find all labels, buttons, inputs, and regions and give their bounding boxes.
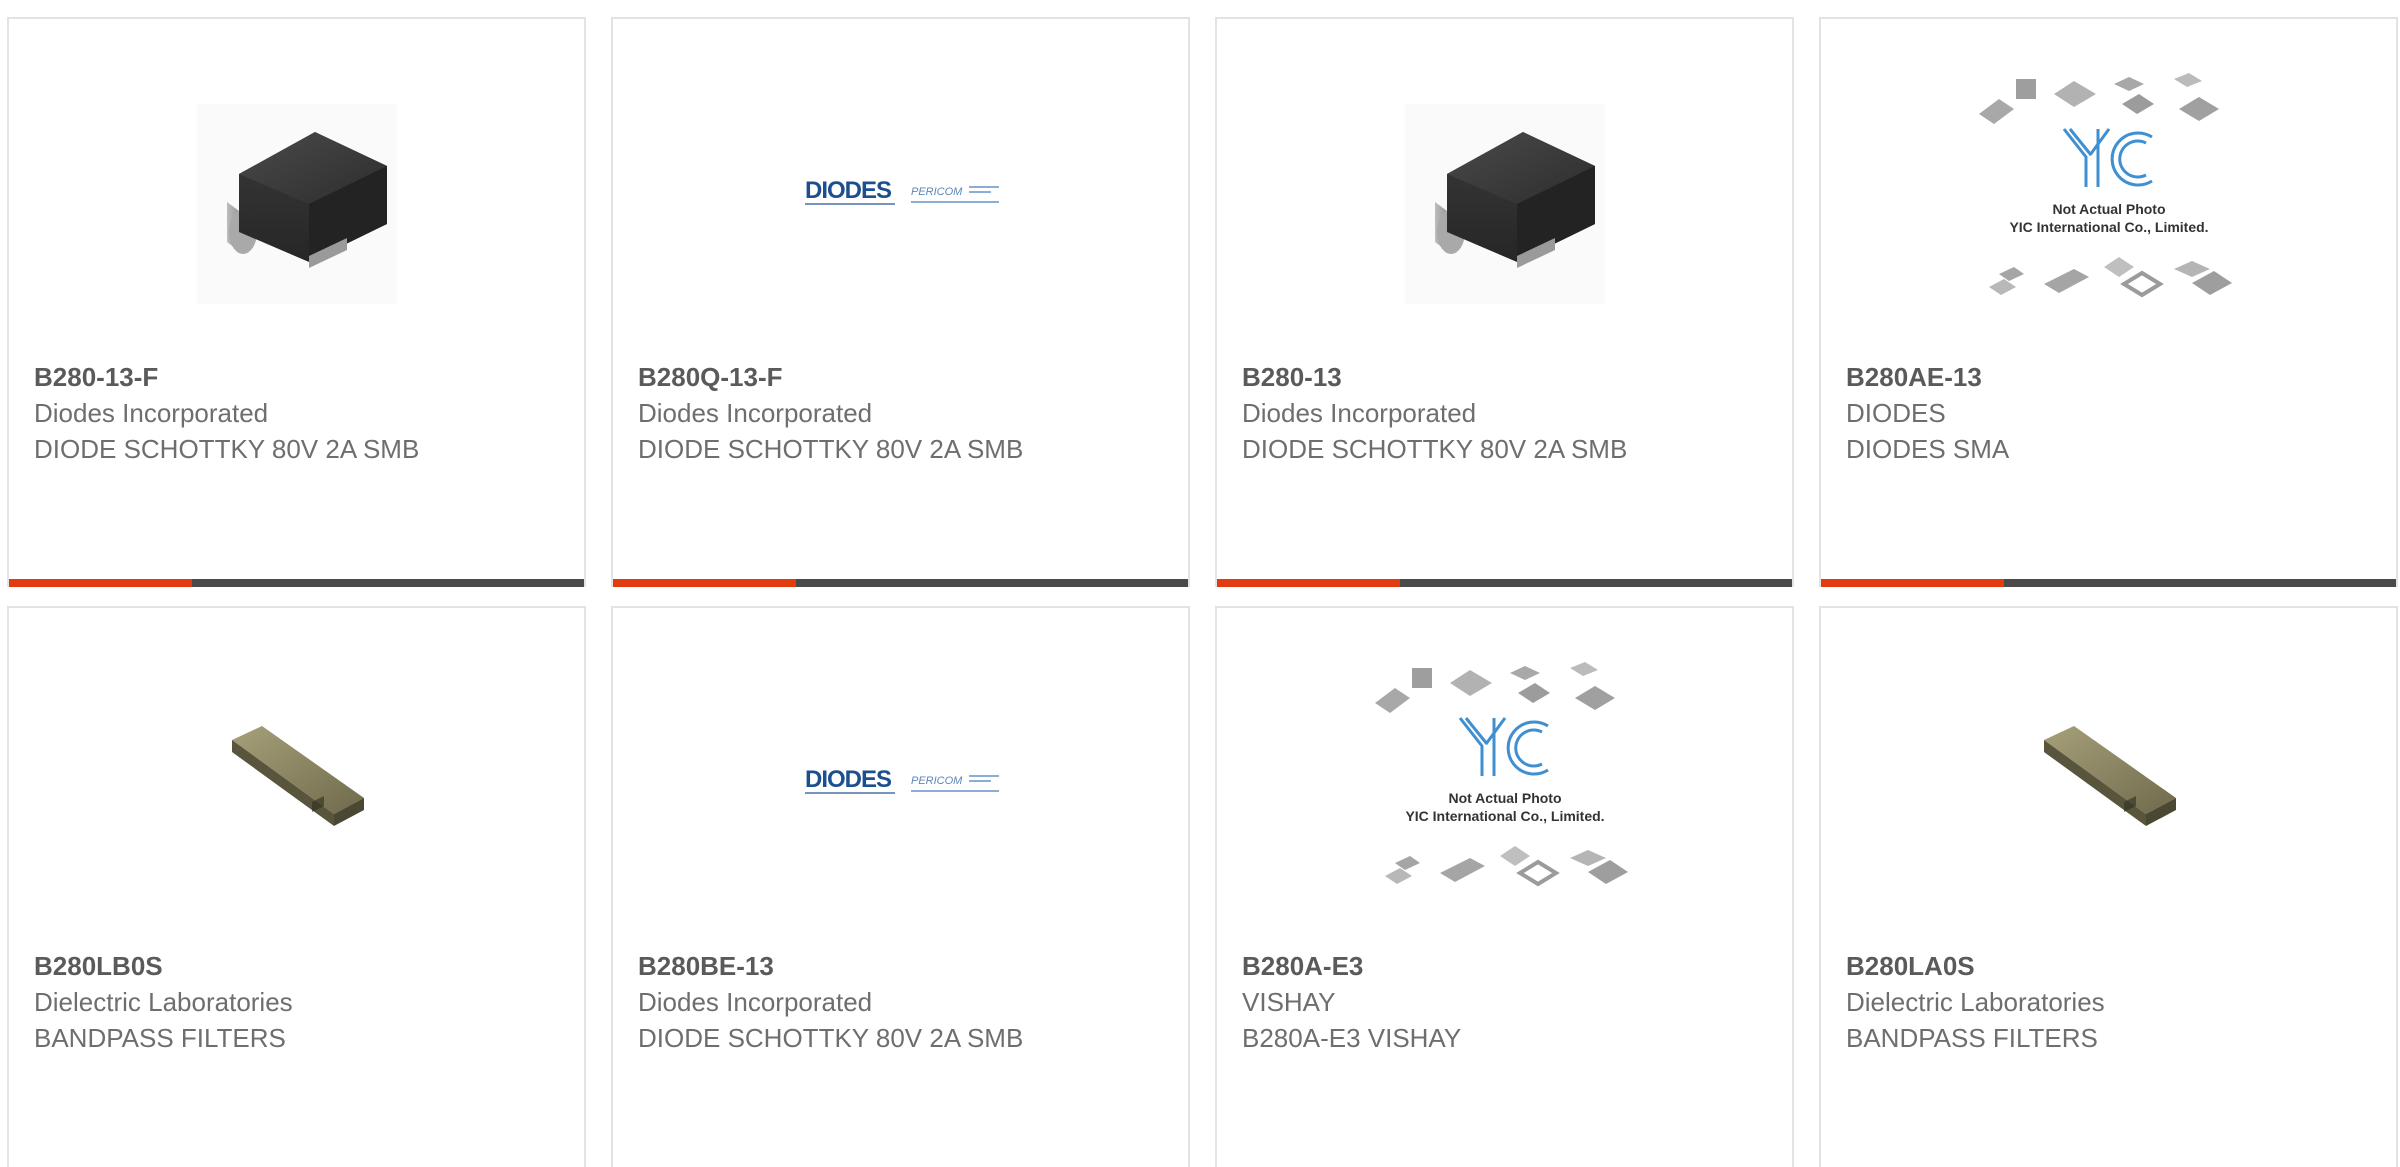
part-number[interactable]: B280BE-13: [638, 948, 1178, 984]
manufacturer: Diodes Incorporated: [638, 398, 873, 428]
product-image-container: [9, 658, 584, 908]
svg-text:YIC International Co., Limited: YIC International Co., Limited.: [2009, 219, 2208, 235]
part-number[interactable]: B280LA0S: [1846, 948, 2386, 984]
product-image-container: Not Actual Photo YIC International Co., …: [1821, 69, 2396, 319]
card-bottom-bar: [1217, 579, 1792, 587]
part-number[interactable]: B280-13: [1242, 359, 1782, 395]
product-card[interactable]: Not Actual Photo YIC International Co., …: [1819, 17, 2398, 587]
card-bottom-bar: [613, 579, 1188, 587]
product-card[interactable]: B280LA0S Dielectric Laboratories BANDPAS…: [1819, 606, 2398, 1167]
product-grid: B280-13-F Diodes Incorporated DIODE SCHO…: [0, 0, 2400, 1167]
product-image-container: [1821, 658, 2396, 908]
product-info: B280A-E3 VISHAY B280A-E3 VISHAY: [1242, 948, 1782, 1056]
card-accent-bar: [9, 579, 192, 587]
part-number[interactable]: B280A-E3: [1242, 948, 1782, 984]
smb-diode-package-image: [196, 104, 397, 304]
manufacturer: Dielectric Laboratories: [1846, 987, 2105, 1017]
smb-diode-package-image: [1404, 104, 1605, 304]
product-image-container: [9, 69, 584, 319]
product-info: B280AE-13 DIODES DIODES SMA: [1846, 359, 2386, 467]
product-card[interactable]: B280-13 Diodes Incorporated DIODE SCHOTT…: [1215, 17, 1794, 587]
manufacturer: Diodes Incorporated: [34, 398, 269, 428]
yic-placeholder-image: Not Actual Photo YIC International Co., …: [1374, 662, 1628, 887]
description: BANDPASS FILTERS: [34, 1023, 286, 1053]
card-accent-bar: [1217, 579, 1400, 587]
product-card[interactable]: B280LB0S Dielectric Laboratories BANDPAS…: [7, 606, 586, 1167]
manufacturer: Dielectric Laboratories: [34, 987, 293, 1017]
description: DIODE SCHOTTKY 80V 2A SMB: [34, 434, 420, 464]
description: BANDPASS FILTERS: [1846, 1023, 2098, 1053]
svg-text:DIODES: DIODES: [805, 766, 892, 793]
product-info: B280-13-F Diodes Incorporated DIODE SCHO…: [34, 359, 574, 467]
svg-text:Not Actual Photo: Not Actual Photo: [2052, 201, 2165, 217]
product-info: B280-13 Diodes Incorporated DIODE SCHOTT…: [1242, 359, 1782, 467]
product-card[interactable]: Not Actual Photo YIC International Co., …: [1215, 606, 1794, 1167]
svg-text:Not Actual Photo: Not Actual Photo: [1448, 790, 1561, 806]
description: DIODES SMA: [1846, 434, 2010, 464]
product-image-container: Not Actual Photo YIC International Co., …: [1217, 658, 1792, 908]
product-info: B280LB0S Dielectric Laboratories BANDPAS…: [34, 948, 574, 1056]
diodes-pericom-logo-image: DIODES PERICOM: [804, 177, 999, 205]
product-info: B280BE-13 Diodes Incorporated DIODE SCHO…: [638, 948, 1178, 1056]
svg-text:YIC International Co., Limited: YIC International Co., Limited.: [1405, 808, 1604, 824]
product-image-container: DIODES PERICOM: [613, 69, 1188, 319]
product-info: B280Q-13-F Diodes Incorporated DIODE SCH…: [638, 359, 1178, 467]
product-image-container: DIODES PERICOM: [613, 658, 1188, 908]
description: DIODE SCHOTTKY 80V 2A SMB: [1242, 434, 1628, 464]
description: DIODE SCHOTTKY 80V 2A SMB: [638, 1023, 1024, 1053]
svg-text:PERICOM: PERICOM: [911, 775, 963, 787]
part-number[interactable]: B280AE-13: [1846, 359, 2386, 395]
part-number[interactable]: B280Q-13-F: [638, 359, 1178, 395]
manufacturer: Diodes Incorporated: [1242, 398, 1477, 428]
yic-placeholder-image: Not Actual Photo YIC International Co., …: [1978, 73, 2232, 298]
product-card[interactable]: DIODES PERICOM B280Q-13-F Diodes Incorpo…: [611, 17, 1190, 587]
part-number[interactable]: B280LB0S: [34, 948, 574, 984]
card-bottom-bar: [1821, 579, 2396, 587]
card-accent-bar: [613, 579, 796, 587]
bandpass-filter-image: [2043, 726, 2176, 826]
product-image-container: [1217, 69, 1792, 319]
part-number[interactable]: B280-13-F: [34, 359, 574, 395]
product-card[interactable]: DIODES PERICOM B280BE-13 Diodes Incorpor…: [611, 606, 1190, 1167]
card-bottom-bar: [9, 579, 584, 587]
manufacturer: VISHAY: [1242, 987, 1336, 1017]
manufacturer: DIODES: [1846, 398, 1946, 428]
bandpass-filter-image: [231, 726, 364, 826]
product-card[interactable]: B280-13-F Diodes Incorporated DIODE SCHO…: [7, 17, 586, 587]
svg-text:PERICOM: PERICOM: [911, 186, 963, 198]
description: DIODE SCHOTTKY 80V 2A SMB: [638, 434, 1024, 464]
diodes-pericom-logo-image: DIODES PERICOM: [804, 766, 999, 794]
card-accent-bar: [1821, 579, 2004, 587]
svg-text:DIODES: DIODES: [805, 177, 892, 204]
description: B280A-E3 VISHAY: [1242, 1023, 1462, 1053]
manufacturer: Diodes Incorporated: [638, 987, 873, 1017]
product-info: B280LA0S Dielectric Laboratories BANDPAS…: [1846, 948, 2386, 1056]
